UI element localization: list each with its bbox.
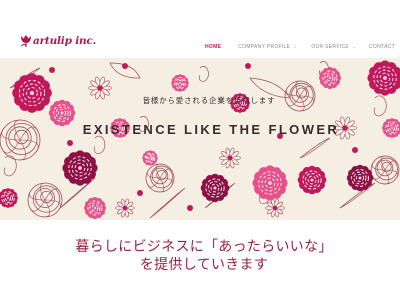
magenta-flower <box>12 73 52 113</box>
bud-accent <box>67 140 73 146</box>
nav-our-service-label: OUR SERVICE <box>311 44 350 50</box>
daisy-flower <box>265 198 285 218</box>
main-nav: HOME COMPANY PROFILE ⌄ OUR SERVICE ⌄ CON… <box>205 42 395 52</box>
rose-outline-flower <box>370 155 400 185</box>
pink-flower <box>252 165 288 201</box>
swirl-ornament <box>93 135 106 155</box>
leaf-outline <box>149 187 186 219</box>
floral-illustration <box>0 60 400 219</box>
magenta-flower <box>367 60 400 96</box>
pink-flower <box>142 150 158 166</box>
tulip-logo-icon <box>21 35 31 48</box>
pink-flower <box>84 197 107 219</box>
nav-contact[interactable]: CONTACT <box>369 44 395 50</box>
pink-flower <box>319 67 341 89</box>
magenta-flower <box>297 165 327 195</box>
daisy-flower <box>115 198 135 218</box>
dark-magenta-flower <box>200 173 230 203</box>
hero-headline: EXISTENCE LIKE THE FLOWER <box>82 122 340 137</box>
nav-contact-label: CONTACT <box>369 44 396 50</box>
daisy-flower <box>219 147 241 169</box>
bud-accent <box>245 63 251 69</box>
leaf-outline <box>299 137 331 159</box>
magenta-flower <box>0 188 18 208</box>
bud-accent <box>137 190 143 196</box>
swirl-ornament <box>199 66 209 82</box>
pink-flower <box>171 74 189 92</box>
chevron-down-icon: ⌄ <box>352 44 357 49</box>
nav-home[interactable]: HOME <box>205 44 221 50</box>
logo-text: artulip inc. <box>33 35 97 47</box>
bud-accent <box>352 147 358 153</box>
site-header: artulip inc. HOME COMPANY PROFILE ⌄ OUR … <box>0 0 400 58</box>
rose-outline-flower <box>27 182 63 218</box>
nav-home-label: HOME <box>205 44 222 50</box>
bud-accent <box>49 67 55 73</box>
hero-tagline: 皆様から愛される企業を目指します <box>142 96 276 105</box>
nav-company-profile-label: COMPANY PROFILE <box>238 44 291 50</box>
nav-company-profile[interactable]: COMPANY PROFILE ⌄ <box>238 44 297 50</box>
rose-outline-flower <box>145 163 175 193</box>
lead-text-line-2: を提供していきます <box>139 257 269 273</box>
logo[interactable]: artulip inc. <box>20 33 96 49</box>
nav-our-service[interactable]: OUR SERVICE ⌄ <box>311 44 356 50</box>
hero-banner: 皆様から愛される企業を目指します EXISTENCE LIKE THE FLOW… <box>0 58 400 220</box>
lead-text-line-1: 暮らしにビジネスに「あったらいいな」 <box>75 239 333 255</box>
chevron-down-icon: ⌄ <box>293 44 298 49</box>
bud-accent <box>187 205 193 211</box>
bud-accent <box>122 63 128 69</box>
